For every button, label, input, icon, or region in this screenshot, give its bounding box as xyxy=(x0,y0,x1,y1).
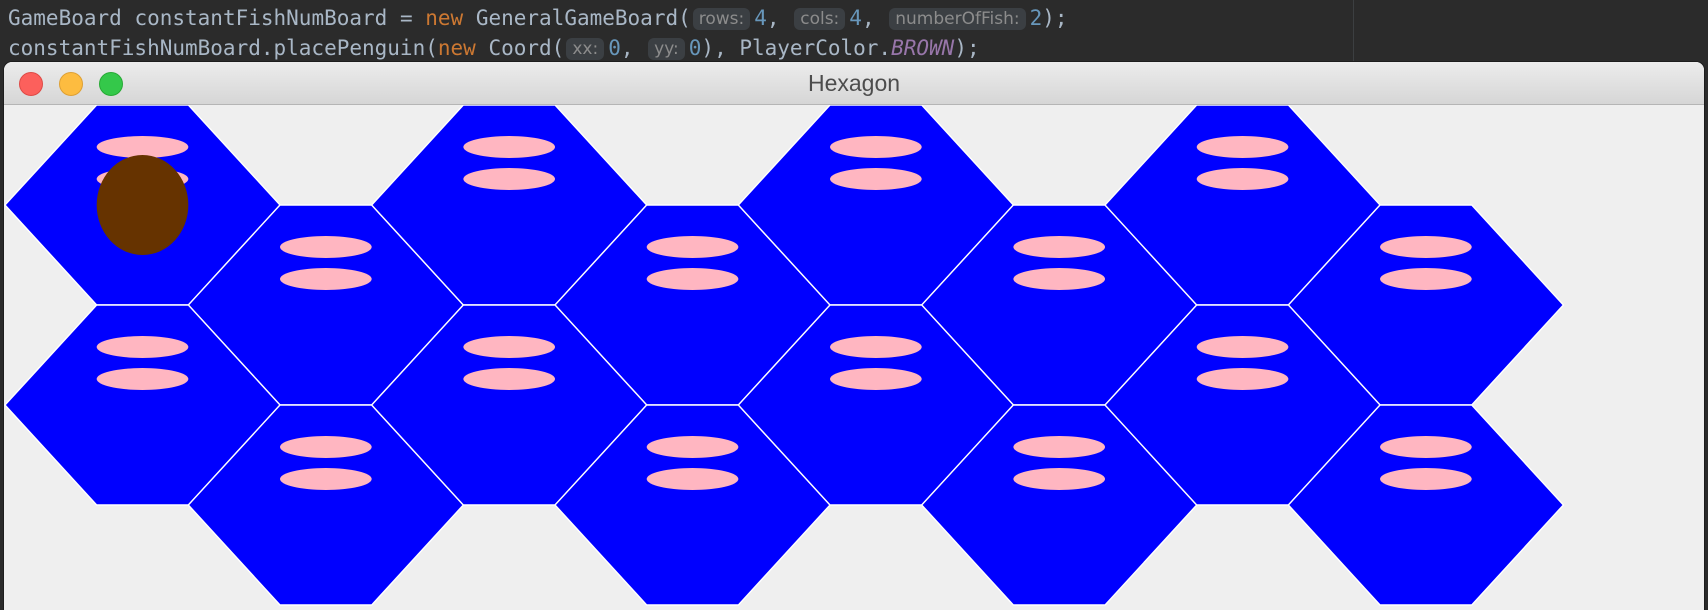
code-value-fish: 2 xyxy=(1029,6,1043,30)
fish-icon xyxy=(830,136,922,158)
fish-icon xyxy=(830,336,922,358)
code-enum-prefix: PlayerColor. xyxy=(726,36,892,60)
fish-icon xyxy=(1196,336,1289,358)
editor-margin-guide xyxy=(1353,0,1354,64)
fish-icon xyxy=(1196,368,1289,390)
fish-icon xyxy=(96,336,189,358)
penguin-token[interactable] xyxy=(96,155,189,255)
code-end: ); xyxy=(1042,6,1068,30)
fish-icon xyxy=(646,436,739,458)
param-hint-yy: yy: xyxy=(648,38,685,60)
param-hint-fish: numberOfFish: xyxy=(889,8,1026,30)
fish-icon xyxy=(646,468,739,490)
code-value-cols: 4 xyxy=(849,6,862,30)
fish-icon xyxy=(280,236,372,258)
fish-icon xyxy=(1380,436,1472,458)
fish-icon xyxy=(463,136,556,158)
code-enum-value: BROWN xyxy=(891,36,955,60)
code-value-xx: 0 xyxy=(608,36,621,60)
fish-icon xyxy=(463,336,556,358)
fish-icon xyxy=(1196,168,1289,190)
game-board[interactable] xyxy=(4,105,1704,610)
code-ctor: Coord( xyxy=(475,36,565,60)
fish-icon xyxy=(646,236,739,258)
fish-icon xyxy=(1013,436,1106,458)
code-line-2[interactable]: constantFishNumBoard.placePenguin(new Co… xyxy=(8,34,980,62)
fish-icon xyxy=(463,368,556,390)
fish-icon xyxy=(1380,468,1472,490)
fish-icon xyxy=(1380,236,1472,258)
code-end: ); xyxy=(954,36,980,60)
code-ctor: GeneralGameBoard( xyxy=(463,6,691,30)
param-hint-cols: cols: xyxy=(794,8,846,30)
param-hint-rows: rows: xyxy=(692,8,751,30)
fish-icon xyxy=(830,368,922,390)
fish-icon xyxy=(280,268,372,290)
fish-icon xyxy=(96,136,189,158)
fish-icon xyxy=(1013,268,1106,290)
fish-icon xyxy=(646,268,739,290)
fish-icon xyxy=(830,168,922,190)
hexagon-window: Hexagon xyxy=(4,62,1704,610)
code-keyword-new: new xyxy=(437,36,476,60)
code-value-rows: 4 xyxy=(754,6,767,30)
code-call: constantFishNumBoard.placePenguin( xyxy=(8,36,438,60)
code-type: GameBoard xyxy=(8,6,122,30)
code-keyword-new: new xyxy=(425,6,464,30)
code-line-1[interactable]: GameBoard constantFishNumBoard = new Gen… xyxy=(8,4,1068,32)
fish-icon xyxy=(280,468,372,490)
param-hint-xx: xx: xyxy=(566,38,605,60)
code-var: constantFishNumBoard = xyxy=(121,6,426,30)
fish-icon xyxy=(1013,236,1106,258)
code-value-yy: 0 xyxy=(688,36,702,60)
code-editor[interactable]: GameBoard constantFishNumBoard = new Gen… xyxy=(0,0,1708,64)
window-title: Hexagon xyxy=(807,70,901,96)
fish-icon xyxy=(1380,268,1472,290)
fish-icon xyxy=(96,368,189,390)
window-titlebar[interactable]: Hexagon xyxy=(4,62,1704,105)
fish-icon xyxy=(280,436,372,458)
fish-icon xyxy=(463,168,556,190)
fish-icon xyxy=(1196,136,1289,158)
game-board-canvas[interactable] xyxy=(4,105,1704,610)
fish-icon xyxy=(1013,468,1106,490)
